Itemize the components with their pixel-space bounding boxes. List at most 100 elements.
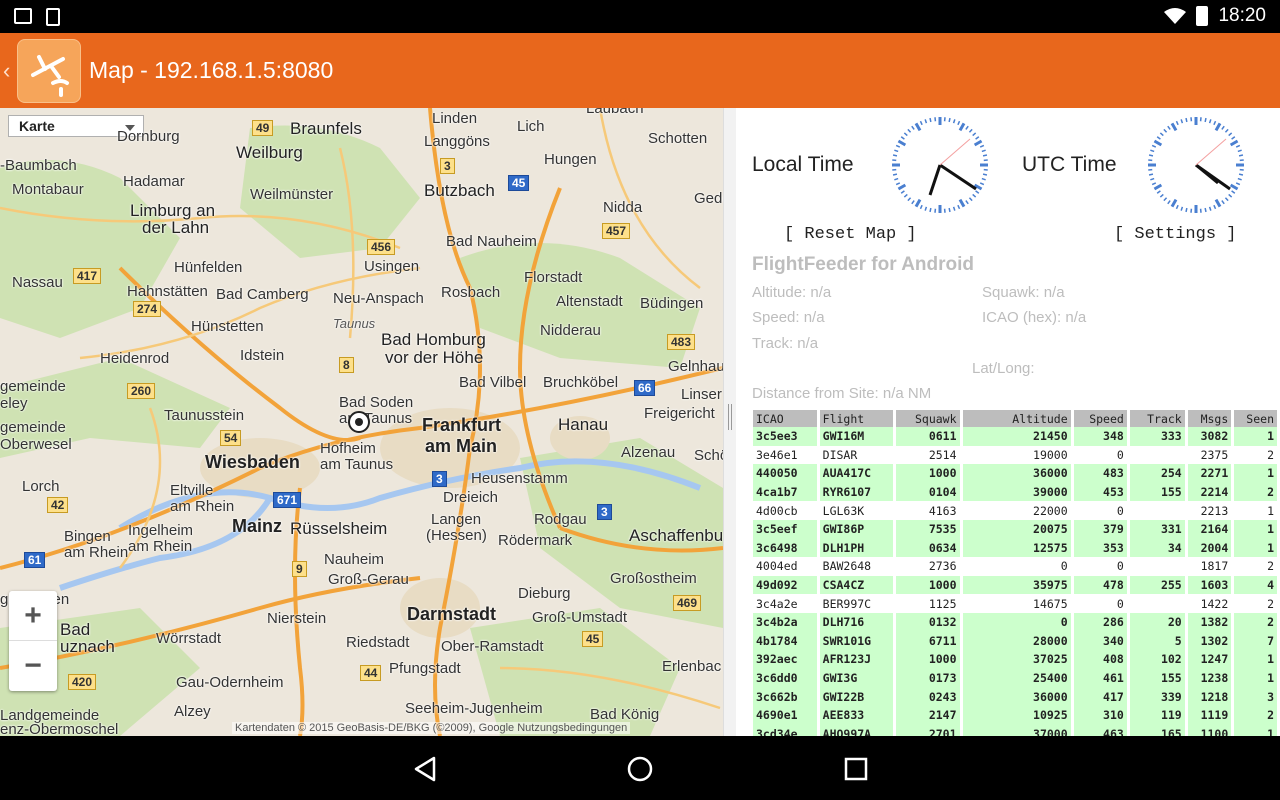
table-cell: 2 — [1234, 445, 1277, 465]
table-row[interactable]: 4690e1 AEE833 2147 10925 310 119 1119 2 — [753, 705, 1277, 725]
road-shield: 3 — [440, 158, 455, 174]
table-row[interactable]: 3c5eef GWI86P 7535 20075 379 331 2164 1 — [753, 519, 1277, 539]
map-view[interactable]: Karte Dornburg Braunfels Linden Lich Lau… — [0, 108, 723, 736]
table-cell: 483 — [1073, 464, 1127, 483]
map-label: Bad Nauheim — [446, 233, 537, 250]
table-row[interactable]: 4d00cb LGL63K 4163 22000 0 2213 1 — [753, 501, 1277, 520]
map-label: gemeinde — [0, 378, 66, 395]
table-row[interactable]: 3e46e1 DISAR 2514 19000 0 2375 2 — [753, 445, 1277, 465]
table-cell: 2271 — [1187, 464, 1232, 483]
map-label: Langgöns — [424, 133, 490, 150]
table-row[interactable]: 3c4b2a DLH716 0132 0 286 20 1382 2 — [753, 612, 1277, 632]
column-header[interactable]: Track — [1129, 410, 1185, 427]
table-cell: 0132 — [895, 612, 960, 632]
table-cell: 1247 — [1187, 650, 1232, 669]
table-cell: 2 — [1234, 705, 1277, 725]
reset-map-link[interactable]: [ Reset Map ] — [784, 225, 917, 244]
map-label: Usingen — [364, 258, 420, 275]
road-shield: 45 — [582, 631, 604, 647]
clock-tick — [892, 154, 898, 157]
map-label: Freigericht — [644, 405, 715, 422]
table-cell: 37025 — [962, 650, 1071, 669]
table-cell: 3c662b — [753, 687, 817, 706]
image-notification-icon — [14, 8, 32, 24]
table-row[interactable]: 3c662b GWI22B 0243 36000 417 339 1218 3 — [753, 687, 1277, 706]
table-cell: 19000 — [962, 445, 1071, 465]
table-row[interactable]: 3c4a2e BER997C 1125 14675 0 1422 2 — [753, 594, 1277, 613]
table-cell: 2164 — [1187, 519, 1232, 539]
table-row[interactable]: 3c6dd0 GWI3G 0173 25400 461 155 1238 1 — [753, 668, 1277, 688]
receiver-location-marker[interactable] — [348, 411, 370, 433]
table-cell: 2736 — [895, 557, 960, 576]
map-label: Hadamar — [123, 173, 185, 190]
column-header[interactable]: Squawk — [895, 410, 960, 427]
table-row[interactable]: 3c6498 DLH1PH 0634 12575 353 34 2004 1 — [753, 538, 1277, 558]
table-cell: 2375 — [1187, 445, 1232, 465]
road-shield: 44 — [360, 665, 382, 681]
table-cell: 21450 — [962, 427, 1071, 446]
table-row[interactable]: 392aec AFR123J 1000 37025 408 102 1247 1 — [753, 650, 1277, 669]
map-label: enz-Obermoschel — [0, 721, 119, 736]
track-field: Track: n/a — [752, 335, 819, 352]
table-cell: 2213 — [1187, 501, 1232, 520]
settings-link[interactable]: [ Settings ] — [1114, 225, 1236, 244]
clock-tick — [1185, 117, 1188, 123]
map-label: Rödermark — [498, 532, 573, 549]
column-header[interactable]: ICAO — [753, 410, 817, 427]
table-cell: 478 — [1073, 575, 1127, 595]
column-header[interactable]: Msgs — [1187, 410, 1232, 427]
table-cell: 0 — [1073, 557, 1127, 576]
home-icon[interactable] — [625, 754, 655, 784]
map-label: Bad Homburg — [381, 330, 486, 349]
table-cell: 1 — [1234, 427, 1277, 446]
table-row[interactable]: 440050 AUA417C 1000 36000 483 254 2271 1 — [753, 464, 1277, 483]
table-row[interactable]: 49d092 CSA4CZ 1000 35975 478 255 1603 4 — [753, 575, 1277, 595]
column-header[interactable]: Seen — [1234, 410, 1277, 427]
table-row[interactable]: 4ca1b7 RYR6107 0104 39000 453 155 2214 2 — [753, 482, 1277, 502]
app-logo-icon[interactable] — [17, 38, 81, 103]
clock-tick — [1185, 207, 1188, 213]
recents-icon[interactable] — [841, 754, 871, 784]
table-cell: BAW2648 — [819, 557, 893, 576]
panel-splitter[interactable] — [723, 108, 736, 736]
table-cell: 440050 — [753, 464, 817, 483]
map-label: Bingen — [64, 528, 111, 545]
road-shield: 671 — [273, 492, 302, 508]
clock-tick — [982, 154, 988, 157]
battery-icon — [1196, 6, 1209, 26]
table-row[interactable]: 4b1784 SWR101G 6711 28000 340 5 1302 7 — [753, 631, 1277, 651]
road-shield: 42 — [47, 497, 69, 513]
table-cell — [1129, 501, 1185, 520]
table-cell: 12575 — [962, 538, 1071, 558]
map-label: Hofheim — [320, 440, 376, 457]
table-cell: 5 — [1129, 631, 1185, 651]
column-header[interactable]: Altitude — [962, 410, 1071, 427]
road-shield: 66 — [634, 380, 656, 396]
table-cell: 3c4a2e — [753, 594, 817, 613]
road-shield: 469 — [673, 595, 702, 611]
table-row[interactable]: 3c5ee3 GWI16M 0611 21450 348 333 3082 1 — [753, 427, 1277, 446]
table-cell: 333 — [1129, 427, 1185, 446]
table-cell: 1817 — [1187, 557, 1232, 576]
status-time: 18:20 — [1218, 5, 1266, 26]
table-cell: 255 — [1129, 575, 1185, 595]
table-cell: 1000 — [895, 464, 960, 483]
table-row[interactable]: 4004ed BAW2648 2736 0 0 1817 2 — [753, 557, 1277, 576]
table-cell: SWR101G — [819, 631, 893, 651]
table-cell: 2514 — [895, 445, 960, 465]
up-chevron-icon[interactable]: ‹ — [3, 58, 15, 84]
zoom-out-button[interactable]: − — [9, 641, 57, 691]
main-content: Karte Dornburg Braunfels Linden Lich Lau… — [0, 108, 1280, 736]
table-cell: 0 — [1073, 501, 1127, 520]
map-copyright[interactable]: Kartendaten © 2015 GeoBasis-DE/BKG (©200… — [232, 722, 631, 734]
zoom-in-button[interactable]: + — [9, 591, 57, 641]
map-label: am Main — [425, 436, 498, 456]
back-icon[interactable] — [410, 754, 440, 784]
table-cell: 3c6dd0 — [753, 668, 817, 688]
column-header[interactable]: Speed — [1073, 410, 1127, 427]
table-cell: 1 — [1234, 650, 1277, 669]
splitter-grip-icon[interactable] — [728, 404, 732, 430]
column-header[interactable]: Flight — [819, 410, 893, 427]
table-cell: 4d00cb — [753, 501, 817, 520]
table-row[interactable]: 3cd34e AHO997A 2701 37000 463 165 1100 1 — [753, 724, 1277, 736]
